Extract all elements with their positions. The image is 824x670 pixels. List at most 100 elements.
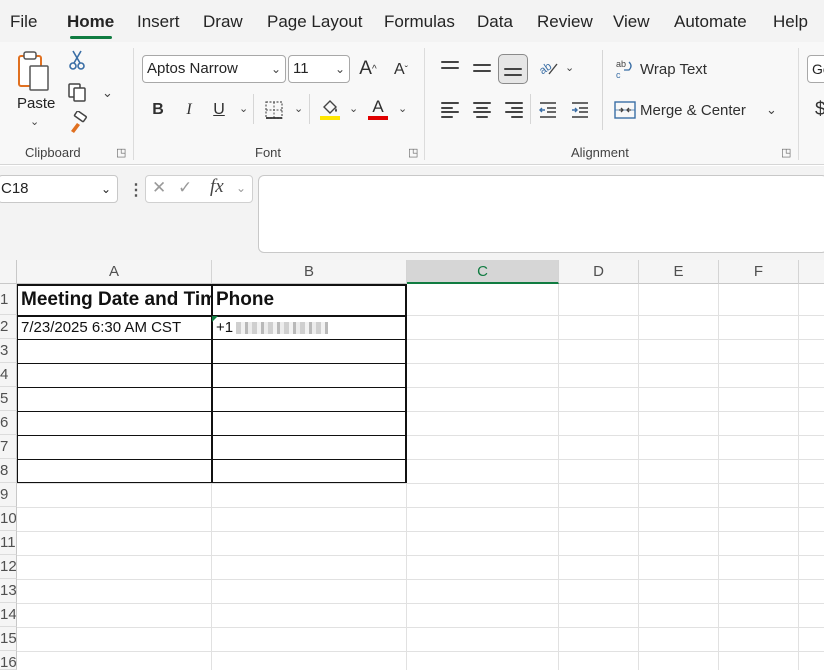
column-header-f[interactable]: F	[719, 260, 799, 284]
tab-formulas[interactable]: Formulas	[384, 12, 455, 32]
cell-a1[interactable]: Meeting Date and Time	[18, 287, 211, 315]
increase-indent-button[interactable]	[568, 99, 592, 121]
paste-dropdown-icon[interactable]: ⌄	[30, 115, 39, 128]
redacted-phone-digits	[236, 322, 329, 335]
tab-review[interactable]: Review	[537, 12, 593, 32]
tab-page-layout[interactable]: Page Layout	[267, 12, 362, 32]
wrap-text-label: Wrap Text	[640, 60, 707, 78]
decrease-font-size-button[interactable]: Aˇ	[390, 58, 412, 82]
row-header-7[interactable]: 7	[0, 435, 17, 459]
row-header-10[interactable]: 10	[0, 507, 17, 531]
orientation-button[interactable]: ab	[535, 56, 561, 80]
ribbon-tabs: File Home Insert Draw Page Layout Formul…	[0, 0, 824, 42]
svg-text:c: c	[616, 70, 621, 80]
column-header-g[interactable]	[799, 260, 824, 284]
tab-draw[interactable]: Draw	[203, 12, 243, 32]
wrap-text-button[interactable]: ab c Wrap Text	[614, 56, 714, 82]
align-center-button[interactable]	[470, 99, 494, 121]
enter-icon[interactable]: ✓	[178, 178, 192, 198]
column-header-b[interactable]: B	[212, 260, 407, 284]
underline-dropdown-icon[interactable]: ⌄	[239, 102, 248, 115]
borders-dropdown-icon[interactable]: ⌄	[294, 102, 303, 115]
row-header-11[interactable]: 11	[0, 531, 17, 555]
align-left-button[interactable]	[438, 99, 462, 121]
cell-a2[interactable]: 7/23/2025 6:30 AM CST	[18, 316, 211, 339]
fill-color-dropdown-icon[interactable]: ⌄	[349, 102, 358, 115]
merge-center-icon	[614, 101, 636, 119]
currency-button[interactable]: $	[815, 99, 824, 121]
font-launcher-icon[interactable]: ◳	[408, 146, 418, 159]
column-header-c[interactable]: C	[407, 260, 559, 284]
paste-icon	[18, 51, 49, 91]
error-indicator-icon[interactable]	[212, 316, 218, 322]
font-size-select[interactable]: 11 ⌄	[288, 55, 350, 83]
paste-button[interactable]	[14, 48, 54, 98]
font-color-dropdown-icon[interactable]: ⌄	[398, 102, 407, 115]
row-header-5[interactable]: 5	[0, 387, 17, 411]
decrease-indent-button[interactable]	[536, 99, 560, 121]
top-align-button[interactable]	[438, 56, 462, 80]
decrease-indent-icon	[539, 102, 556, 118]
row-header-8[interactable]: 8	[0, 459, 17, 483]
tab-data[interactable]: Data	[477, 12, 513, 32]
select-all-corner[interactable]	[0, 260, 17, 284]
chevron-down-icon: ⌄	[100, 182, 111, 196]
row-header-2[interactable]: 2	[0, 315, 17, 339]
bold-button[interactable]: B	[147, 98, 169, 122]
row-header-14[interactable]: 14	[0, 603, 17, 627]
fill-color-button[interactable]	[318, 96, 342, 122]
paint-bucket-icon	[320, 100, 340, 120]
row-header-12[interactable]: 12	[0, 555, 17, 579]
row-header-4[interactable]: 4	[0, 363, 17, 387]
orientation-dropdown-icon[interactable]: ⌄	[565, 61, 574, 74]
name-box[interactable]: C18 ⌄	[0, 175, 118, 203]
merge-center-button[interactable]: Merge & Center	[614, 97, 754, 123]
align-right-button[interactable]	[502, 99, 526, 121]
row-header-3[interactable]: 3	[0, 339, 17, 363]
formula-controls: ✕ ✓ fx ⌄	[145, 175, 253, 203]
merge-dropdown-icon[interactable]: ⌄	[766, 102, 777, 118]
divider	[309, 94, 310, 124]
decrease-font-icon: A	[393, 61, 405, 78]
cell-b1[interactable]: Phone	[213, 287, 406, 315]
row-header-13[interactable]: 13	[0, 579, 17, 603]
tab-insert[interactable]: Insert	[137, 12, 180, 32]
increase-font-size-button[interactable]: A ^	[356, 56, 380, 82]
row-header-1[interactable]: 1	[0, 284, 17, 315]
column-header-e[interactable]: E	[639, 260, 719, 284]
tab-view[interactable]: View	[613, 12, 650, 32]
more-options-icon[interactable]: ⋮	[128, 180, 144, 200]
formula-input[interactable]	[258, 175, 824, 253]
italic-button[interactable]: I	[178, 98, 200, 122]
row-header-9[interactable]: 9	[0, 483, 17, 507]
number-format-select[interactable]: Ge	[807, 55, 824, 83]
table-border	[17, 435, 407, 437]
font-color-icon: A	[372, 97, 384, 116]
middle-align-button[interactable]	[470, 56, 494, 80]
cancel-icon[interactable]: ✕	[152, 178, 166, 198]
tab-help[interactable]: Help	[773, 12, 808, 32]
format-painter-button[interactable]	[64, 110, 90, 134]
copy-button[interactable]	[64, 80, 90, 104]
chevron-down-icon: ⌄	[236, 181, 247, 195]
clipboard-launcher-icon[interactable]: ◳	[116, 146, 126, 159]
column-header-d[interactable]: D	[559, 260, 639, 284]
tab-file[interactable]: File	[10, 12, 37, 32]
row-header-16[interactable]: 16	[0, 651, 17, 670]
row-header-6[interactable]: 6	[0, 411, 17, 435]
borders-button[interactable]	[262, 98, 286, 122]
column-header-a[interactable]: A	[17, 260, 212, 284]
clipboard-group-label: Clipboard	[25, 145, 81, 160]
row-header-15[interactable]: 15	[0, 627, 17, 651]
copy-dropdown-icon[interactable]: ⌄	[102, 85, 113, 101]
tab-automate[interactable]: Automate	[674, 12, 747, 32]
font-color-button[interactable]: A	[366, 96, 390, 122]
bottom-align-button[interactable]	[498, 54, 528, 84]
cell-b2[interactable]: +1	[213, 316, 406, 339]
font-name-select[interactable]: Aptos Narrow ⌄	[142, 55, 286, 83]
alignment-launcher-icon[interactable]: ◳	[781, 146, 791, 159]
underline-button[interactable]: U	[208, 98, 230, 122]
insert-function-button[interactable]: fx	[210, 176, 224, 198]
tab-home[interactable]: Home	[67, 12, 114, 32]
cut-button[interactable]	[64, 48, 90, 72]
